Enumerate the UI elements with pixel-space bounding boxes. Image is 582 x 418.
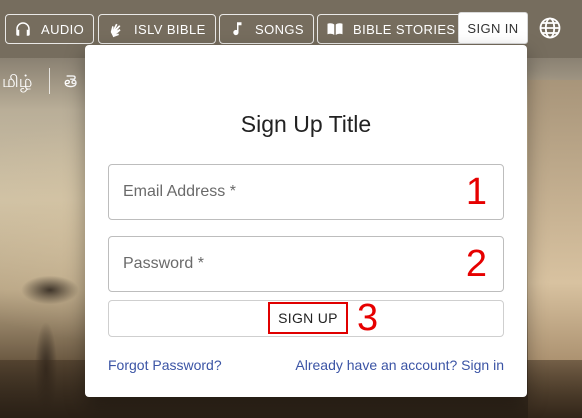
headphones-icon (14, 20, 32, 38)
nav-bible-stories-label: BIBLE STORIES (353, 21, 456, 37)
nav-islv-bible-button[interactable]: ISLV BIBLE (98, 14, 216, 44)
annotation-marker-2: 2 (465, 243, 487, 285)
nav-audio-label: AUDIO (41, 21, 85, 37)
sign-up-button-container[interactable]: SIGN UP 3 (108, 297, 504, 339)
sign-language-icon (107, 20, 125, 38)
dialog-title: Sign Up Title (240, 111, 372, 137)
music-note-icon (228, 20, 246, 38)
language-tamil[interactable]: மிழ் (2, 72, 32, 94)
annotation-marker-3: 3 (357, 297, 379, 339)
nav-songs-label: SONGS (255, 21, 304, 37)
email-placeholder: Email Address * (123, 183, 236, 200)
nav-islv-bible-label: ISLV BIBLE (134, 21, 206, 37)
sign-in-link[interactable]: Already have an account? Sign in (295, 357, 504, 373)
globe-icon[interactable] (538, 16, 562, 40)
nav-songs-button[interactable]: SONGS (219, 14, 314, 44)
password-placeholder: Password * (123, 255, 204, 272)
forgot-password-link[interactable]: Forgot Password? (108, 357, 222, 373)
language-divider (49, 68, 50, 94)
sign-in-button[interactable]: SIGN IN (458, 12, 528, 44)
nav-bible-stories-button[interactable]: BIBLE STORIES (317, 14, 466, 44)
language-telugu[interactable]: తె (64, 72, 77, 96)
nav-audio-button[interactable]: AUDIO (5, 14, 95, 44)
annotation-marker-1: 1 (465, 171, 487, 213)
sign-up-dialog: Sign Up Title Email Address * 1 Password… (85, 45, 527, 397)
sign-up-button[interactable]: SIGN UP (268, 302, 348, 334)
email-field[interactable]: Email Address * 1 (108, 164, 504, 220)
language-bar: மிழ் తె (0, 66, 90, 96)
password-field[interactable]: Password * 2 (108, 236, 504, 292)
open-book-icon (326, 20, 344, 38)
